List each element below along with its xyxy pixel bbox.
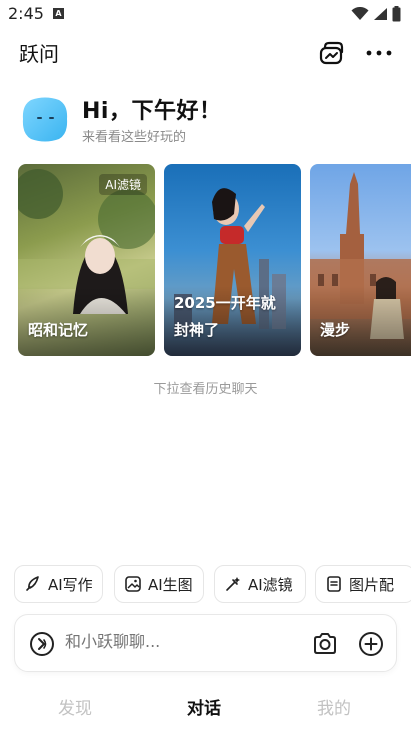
app-title: 跃问 [19,42,59,66]
tab-chat[interactable]: 对话 [187,694,221,719]
magic-wand-icon [226,577,240,591]
card-label: 漫步 [320,321,351,339]
featured-cards: AI滤镜 昭和记忆 2025一开年就 封神了 漫步 [18,164,411,356]
signal-icon [374,8,387,20]
voice-mode-icon[interactable] [29,631,55,657]
notification-badge-icon: A [53,8,64,19]
greeting-subtitle: 来看看这些好玩的 [82,130,187,145]
tab-discover[interactable]: 发现 [58,694,92,719]
battery-icon [392,6,401,22]
tool-label: 图片配 [349,575,395,594]
tool-label: AI写作 [48,575,93,594]
card-2025-new-year[interactable]: 2025一开年就 封神了 [164,164,301,356]
history-hint[interactable]: 下拉查看历史聊天 [0,378,411,397]
card-stroll[interactable]: 漫步 [310,164,411,356]
card-tag: AI滤镜 [99,174,147,195]
more-icon[interactable] [364,41,394,65]
avatar [22,97,68,142]
plus-icon[interactable] [357,630,385,658]
status-icons [351,6,401,22]
bottom-tab-bar: 发现 对话 我的 [0,690,411,722]
status-time: 2:45 [8,4,44,23]
tool-image-caption[interactable]: 图片配 [315,565,411,603]
wifi-icon [351,7,369,20]
tool-ai-writing[interactable]: AI写作 [14,565,103,603]
tool-ai-image[interactable]: AI生图 [114,565,204,603]
tool-chips: AI写作 AI生图 AI滤镜 图片配 [14,565,411,603]
card-label: 昭和记忆 [28,321,89,339]
card-label: 2025一开年就 封神了 [174,294,276,339]
greeting-title: Hi，下午好！ [82,99,222,124]
camera-icon[interactable] [311,630,339,658]
chat-switch-icon[interactable] [318,39,348,67]
tool-label: AI滤镜 [248,575,293,594]
card-showa-memory[interactable]: AI滤镜 昭和记忆 [18,164,155,356]
tool-label: AI生图 [148,575,193,594]
app-header: 跃问 [0,36,411,70]
document-icon [327,576,341,592]
chat-input-bar [14,614,397,672]
pen-icon [26,576,39,591]
tool-ai-filter[interactable]: AI滤镜 [214,565,306,603]
tab-mine[interactable]: 我的 [317,694,351,719]
image-icon [125,576,141,592]
chat-input[interactable] [65,632,295,651]
status-bar: 2:45 A [0,0,411,30]
